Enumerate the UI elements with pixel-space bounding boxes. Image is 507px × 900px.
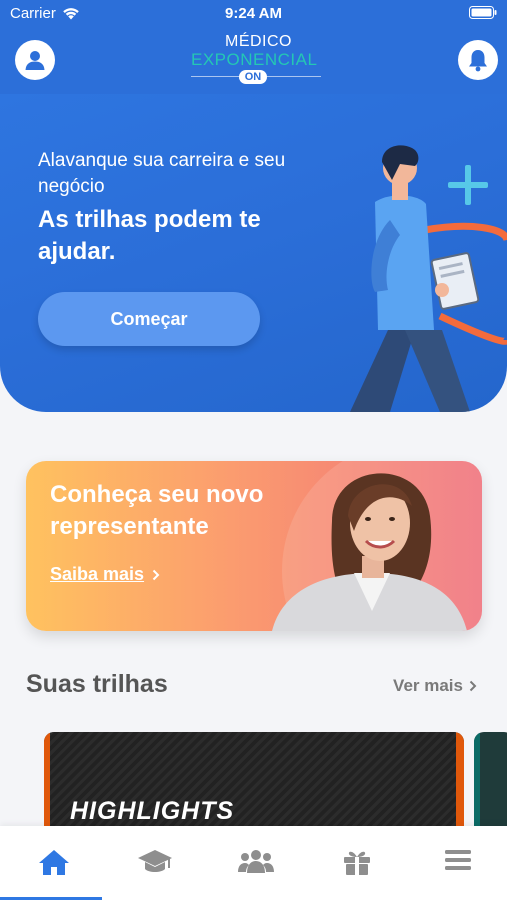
see-more-link[interactable]: Ver mais (393, 676, 477, 696)
logo-text-top: MÉDICO (225, 33, 292, 50)
battery-icon (469, 6, 497, 19)
status-time: 9:24 AM (225, 5, 282, 22)
tab-rewards[interactable] (306, 826, 407, 900)
tab-menu[interactable] (407, 826, 507, 900)
representative-promo-card[interactable]: Conheça seu novo representante Saiba mai… (26, 461, 482, 631)
tab-courses[interactable] (104, 826, 205, 900)
learn-more-link[interactable]: Saiba mais (50, 564, 160, 585)
start-button[interactable]: Começar (38, 292, 260, 346)
logo-text-bottom: EXPONENCIAL (191, 50, 318, 69)
track-card-title: HIGHLIGHTS (70, 797, 235, 825)
representative-photo (272, 461, 482, 631)
section-title: Suas trilhas (26, 670, 168, 698)
status-bar: Carrier 9:24 AM (0, 0, 507, 28)
home-icon (38, 850, 69, 875)
profile-button[interactable] (15, 40, 55, 80)
menu-icon (444, 850, 471, 870)
chevron-right-icon (152, 569, 160, 580)
notifications-button[interactable] (458, 40, 498, 80)
bottom-tab-bar (0, 826, 507, 900)
users-icon (237, 850, 274, 873)
learn-more-label: Saiba mais (50, 564, 145, 584)
gift-icon (343, 851, 370, 875)
chevron-right-icon (469, 680, 477, 692)
app-logo: MÉDICO EXPONENCIAL ON (185, 33, 325, 88)
tab-community[interactable] (205, 826, 306, 900)
tab-home[interactable] (3, 826, 104, 900)
walking-man-illustration (350, 145, 507, 412)
bell-icon (469, 50, 487, 72)
user-icon (25, 51, 45, 70)
hero-title: As trilhas podem te ajudar. (38, 206, 261, 265)
hero-banner: Carrier 9:24 AM MÉDICO EXPONENCIAL ON Al… (0, 0, 507, 412)
hero-subtitle: Alavanque sua carreira e seu negócio (38, 150, 286, 197)
graduation-cap-icon (137, 850, 172, 872)
logo-badge: ON (239, 70, 267, 84)
see-more-label: Ver mais (393, 676, 463, 695)
